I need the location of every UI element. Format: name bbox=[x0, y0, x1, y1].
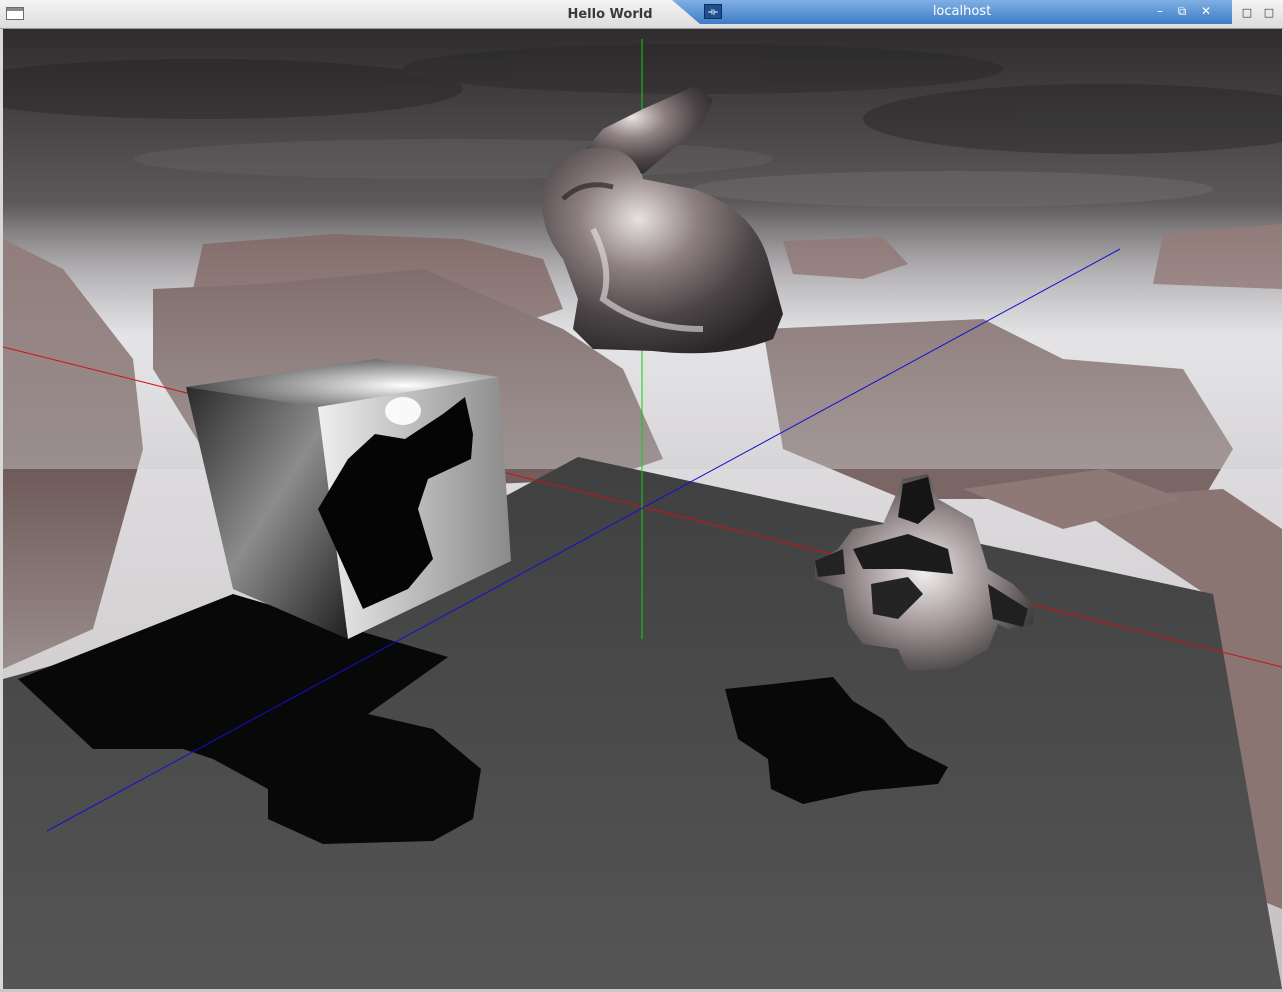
opengl-viewport[interactable] bbox=[3, 29, 1282, 989]
app-window: Hello World ⟛ localhost – ⧉ ✕ □ □ bbox=[0, 0, 1283, 992]
maximize-icon[interactable]: □ bbox=[1240, 6, 1254, 20]
close-icon[interactable]: ✕ bbox=[1198, 3, 1214, 19]
window-icon[interactable] bbox=[6, 7, 24, 20]
restore-icon[interactable]: ⧉ bbox=[1174, 3, 1190, 19]
restore-icon[interactable]: □ bbox=[1262, 6, 1276, 20]
pin-icon[interactable]: ⟛ bbox=[704, 4, 722, 19]
3d-scene[interactable] bbox=[3, 29, 1282, 989]
title-bar[interactable]: Hello World ⟛ localhost – ⧉ ✕ □ □ bbox=[0, 0, 1283, 29]
host-panel-title: localhost bbox=[932, 4, 992, 19]
minimize-icon[interactable]: – bbox=[1152, 3, 1168, 19]
host-panel[interactable]: ⟛ localhost – ⧉ ✕ bbox=[672, 0, 1232, 24]
window-title: Hello World bbox=[567, 7, 653, 22]
